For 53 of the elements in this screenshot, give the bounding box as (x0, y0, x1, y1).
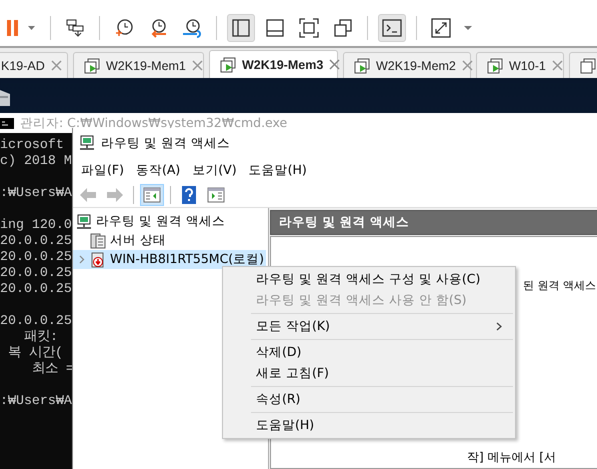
close-icon[interactable] (329, 59, 340, 70)
console-button[interactable] (378, 14, 406, 42)
fullscreen-icon (299, 18, 319, 38)
tree-item[interactable]: WIN-HB8I1RT55MC(로컬) (73, 250, 266, 269)
bottom-panel-icon (266, 19, 284, 37)
description-text: 된 원격 액세스 (523, 278, 596, 293)
tab[interactable]: W2K19-Mem2 (343, 52, 471, 78)
vm-icon (580, 58, 596, 74)
menu-item[interactable]: 라우팅 및 원격 액세스 구성 및 사용(C) (223, 269, 515, 290)
server-alert-icon (90, 252, 106, 268)
pane-view-icon (207, 186, 225, 202)
pane-toggle-icon (143, 186, 161, 202)
tab[interactable]: W10-1 (476, 52, 564, 78)
pane-toggle-button[interactable] (140, 184, 164, 206)
back-arrow-icon (79, 186, 97, 202)
menu-item[interactable]: 새로 고침(F) (223, 363, 515, 384)
menu-item[interactable]: 삭제(D) (223, 342, 515, 363)
description-text: 작] 메뉴에서 [서 (467, 449, 556, 466)
menu-item[interactable]: 파일(F) (77, 160, 128, 180)
clock-settings-icon (182, 18, 202, 38)
console-icon (0, 118, 14, 128)
tab[interactable]: K19-AD (0, 52, 68, 78)
tree-item[interactable]: 서버 상태 (73, 231, 168, 250)
forward-arrow-icon (106, 186, 124, 202)
chevron-icon[interactable] (76, 255, 86, 264)
menu-item[interactable]: 속성(R) (223, 389, 515, 410)
window-title: 라우팅 및 원격 액세스 (101, 134, 230, 152)
tab[interactable] (569, 52, 597, 78)
menu-item[interactable]: 동작(A) (132, 160, 184, 180)
side-panel-icon (232, 19, 250, 37)
vm-icon (487, 58, 503, 74)
desktop-icon[interactable] (0, 88, 12, 106)
windows-icon (334, 19, 352, 37)
tab[interactable]: W2K19-Mem1 (73, 52, 204, 78)
window-title: 관리자: C:₩Windows₩system32₩cmd.exe (20, 114, 288, 132)
tab[interactable]: W2K19-Mem3 (209, 50, 338, 78)
menu-item[interactable]: 모든 작업(K) (223, 316, 515, 337)
side-panel-button[interactable] (227, 14, 255, 42)
vm-icon (84, 58, 100, 74)
pause-icon (6, 18, 36, 38)
app-icon (79, 135, 95, 151)
clock-add-icon (114, 18, 134, 38)
menu-item[interactable]: 보기(V) (188, 160, 241, 180)
resize-icon (431, 18, 475, 38)
tree-item[interactable]: 라우팅 및 원격 액세스 (73, 212, 227, 231)
menu-item[interactable]: 도움말(H) (244, 160, 311, 180)
vm-icon (354, 58, 370, 74)
console-icon (382, 19, 402, 37)
server-icon (90, 232, 106, 248)
vm-icon (220, 56, 236, 72)
menu-item[interactable]: 도움말(H) (223, 415, 515, 436)
pane-header: 라우팅 및 원격 액세스 (270, 210, 597, 235)
help-icon (182, 186, 196, 204)
